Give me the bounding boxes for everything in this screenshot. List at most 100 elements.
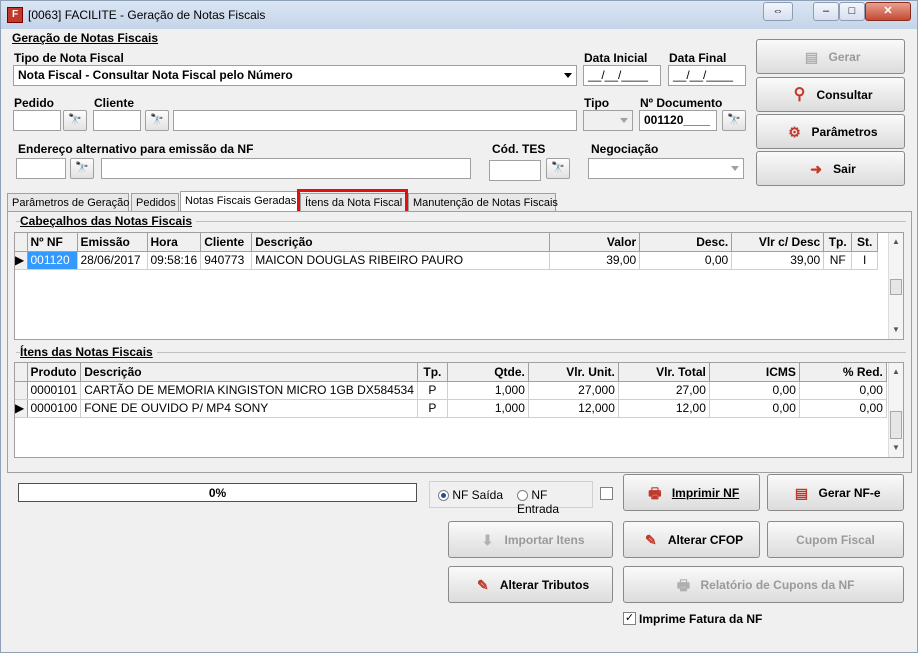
resize-arrows-icon[interactable]: ⇔ [763,2,793,21]
negociacao-select[interactable] [588,158,744,179]
cod-tes-input[interactable] [489,160,541,181]
itens-scrollbar[interactable]: ▲ ▼ [888,363,903,457]
tab-pedidos[interactable]: Pedidos [131,193,179,212]
cell-emissao[interactable]: 28/06/2017 [77,251,148,270]
col-header[interactable]: Tp. [823,233,853,252]
pedido-search-icon[interactable]: 🔭 [63,110,87,131]
scroll-thumb[interactable] [890,411,902,439]
gerar-button[interactable]: ▤ Gerar [756,39,905,74]
minimize-button[interactable]: – [813,2,839,21]
col-header[interactable]: St. [851,233,879,252]
cell-nf[interactable]: 001120 [27,251,78,270]
cell-vlr-unit[interactable]: 12,000 [528,399,619,418]
cell-red[interactable]: 0,00 [799,381,887,400]
endereco-code-input[interactable] [16,158,66,179]
scroll-down-icon[interactable]: ▼ [889,441,903,455]
col-header[interactable]: Vlr. Unit. [528,363,619,382]
col-header[interactable]: Desc. [639,233,733,252]
documento-search-icon[interactable]: 🔭 [722,110,746,131]
table-row[interactable]: 0000101 CARTÃO DE MEMORIA KINGISTON MICR… [15,381,887,400]
cell-qtde[interactable]: 1,000 [447,399,529,418]
radio-icon [517,490,528,502]
col-header[interactable]: Descrição [251,233,551,252]
cell-tp[interactable]: P [417,381,448,400]
col-header[interactable]: Nº NF [27,233,78,252]
col-header[interactable]: Tp. [417,363,448,382]
scroll-up-icon[interactable]: ▲ [889,235,903,249]
col-header[interactable]: Vlr. Total [618,363,710,382]
tipo-nota-select[interactable]: Nota Fiscal - Consultar Nota Fiscal pelo… [13,65,577,86]
parametros-button[interactable]: ⚙ Parâmetros [756,114,905,149]
cell-descricao[interactable]: FONE DE OUVIDO P/ MP4 SONY [80,399,418,418]
cell-tp[interactable]: NF [823,251,853,270]
scroll-down-icon[interactable]: ▼ [889,323,903,337]
col-header[interactable]: Hora [147,233,202,252]
cell-qtde[interactable]: 1,000 [447,381,529,400]
col-header[interactable]: ICMS [709,363,800,382]
tab-parametros-geracao[interactable]: Parâmetros de Geração [7,193,129,212]
tab-manutencao-notas[interactable]: Manutenção de Notas Fiscais [408,193,558,212]
cell-tp[interactable]: P [417,399,448,418]
cod-tes-search-icon[interactable]: 🔭 [546,158,570,179]
cell-produto[interactable]: 0000100 [27,399,82,418]
cliente-search-icon[interactable]: 🔭 [145,110,169,131]
scroll-thumb[interactable] [890,279,902,295]
data-final-input[interactable]: __/__/____ [668,65,746,86]
data-inicial-input[interactable]: __/__/____ [583,65,661,86]
tipo2-select[interactable] [583,110,633,131]
cell-cliente[interactable]: 940773 [200,251,253,270]
documento-input[interactable]: 001120____ [639,110,717,131]
cliente-code-input[interactable] [93,110,141,131]
importar-itens-button[interactable]: ⬇ Importar Itens [448,521,613,558]
cliente-name-input[interactable] [173,110,577,131]
extra-checkbox[interactable] [600,487,613,500]
col-header[interactable]: Emissão [77,233,148,252]
table-row[interactable]: ▶ 0000100 FONE DE OUVIDO P/ MP4 SONY P 1… [15,399,887,418]
table-row[interactable]: ▶ 001120 28/06/2017 09:58:16 940773 MAIC… [15,251,879,270]
col-header[interactable]: Vlr c/ Desc [731,233,825,252]
cell-produto[interactable]: 0000101 [27,381,82,400]
cell-valor[interactable]: 39,00 [549,251,641,270]
cell-vlr-total[interactable]: 27,00 [618,381,710,400]
col-header[interactable]: Produto [27,363,82,382]
scroll-up-icon[interactable]: ▲ [889,365,903,379]
cell-descricao[interactable]: CARTÃO DE MEMORIA KINGISTON MICRO 1GB DX… [80,381,418,400]
cell-vlr-total[interactable]: 12,00 [618,399,710,418]
sair-button[interactable]: ➜ Sair [756,151,905,186]
col-header[interactable]: Valor [549,233,641,252]
maximize-button[interactable]: □ [839,2,865,21]
alterar-tributos-button[interactable]: ✎ Alterar Tributos [448,566,613,603]
nf-entrada-radio[interactable]: NF Entrada [517,488,592,516]
cell-icms[interactable]: 0,00 [709,399,800,418]
cell-descricao[interactable]: MAICON DOUGLAS RIBEIRO PAURO [251,251,551,270]
nf-saida-radio[interactable]: NF Saída [438,488,503,502]
gerar-nfe-button[interactable]: ▤ Gerar NF-e [767,474,904,511]
cell-vlr-desc[interactable]: 39,00 [731,251,825,270]
cell-red[interactable]: 0,00 [799,399,887,418]
alterar-cfop-button[interactable]: ✎ Alterar CFOP [623,521,760,558]
cell-vlr-unit[interactable]: 27,000 [528,381,619,400]
chevron-down-icon [731,166,739,171]
cell-hora[interactable]: 09:58:16 [147,251,202,270]
cell-desc[interactable]: 0,00 [639,251,733,270]
tab-notas-fiscais-geradas[interactable]: Notas Fiscais Geradas [180,191,298,213]
col-header[interactable]: Qtde. [447,363,529,382]
col-header[interactable]: Cliente [200,233,253,252]
pedido-input[interactable] [13,110,61,131]
close-button[interactable]: ✕ [865,2,911,21]
notas-scrollbar[interactable]: ▲ ▼ [888,233,903,339]
endereco-input[interactable] [101,158,471,179]
endereco-search-icon[interactable]: 🔭 [70,158,94,179]
imprime-fatura-checkbox[interactable]: ✓ [623,612,636,625]
exit-door-icon: ➜ [810,160,823,177]
imprimir-nf-button[interactable]: 🖶 Imprimir NF [623,474,760,511]
relatorio-cupons-button[interactable]: 🖶 Relatório de Cupons da NF [623,566,904,603]
edit-document-icon: ✎ [644,531,657,548]
cell-st[interactable]: I [851,251,879,270]
consultar-button[interactable]: ⚲ Consultar [756,77,905,112]
col-header[interactable]: % Red. [799,363,887,382]
cupom-fiscal-button[interactable]: Cupom Fiscal [767,521,904,558]
col-header[interactable]: Descrição [80,363,418,382]
cell-icms[interactable]: 0,00 [709,381,800,400]
imprime-fatura-label: Imprime Fatura da NF [639,612,763,626]
